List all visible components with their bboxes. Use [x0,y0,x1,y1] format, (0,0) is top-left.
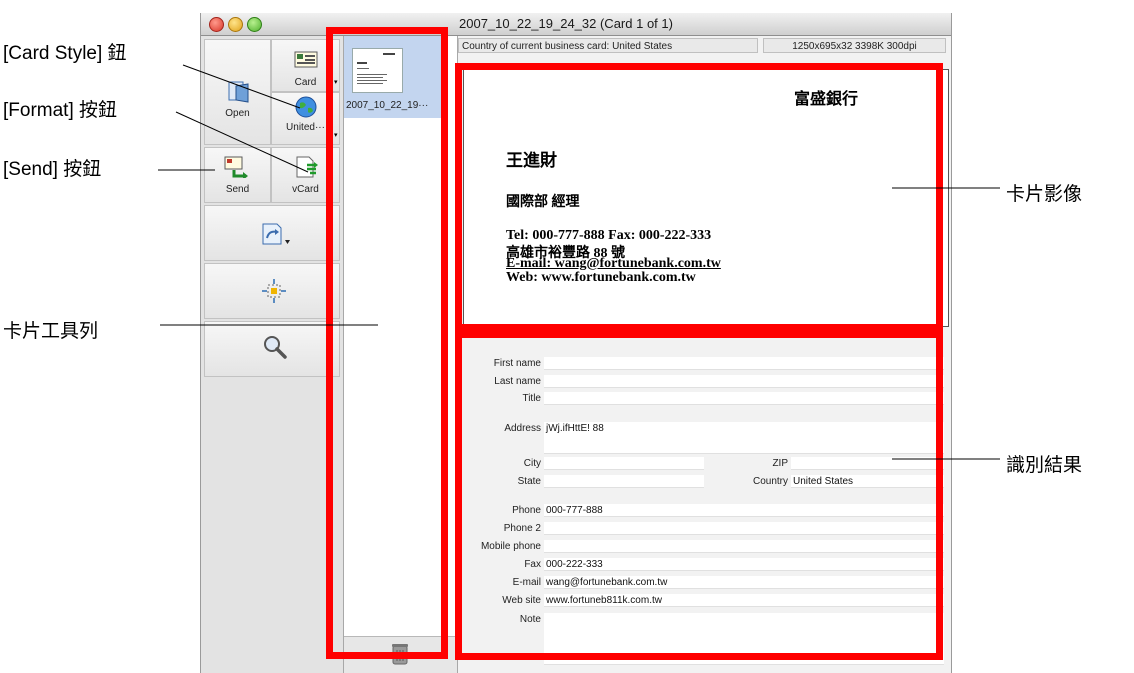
callout-lines [158,64,1000,460]
